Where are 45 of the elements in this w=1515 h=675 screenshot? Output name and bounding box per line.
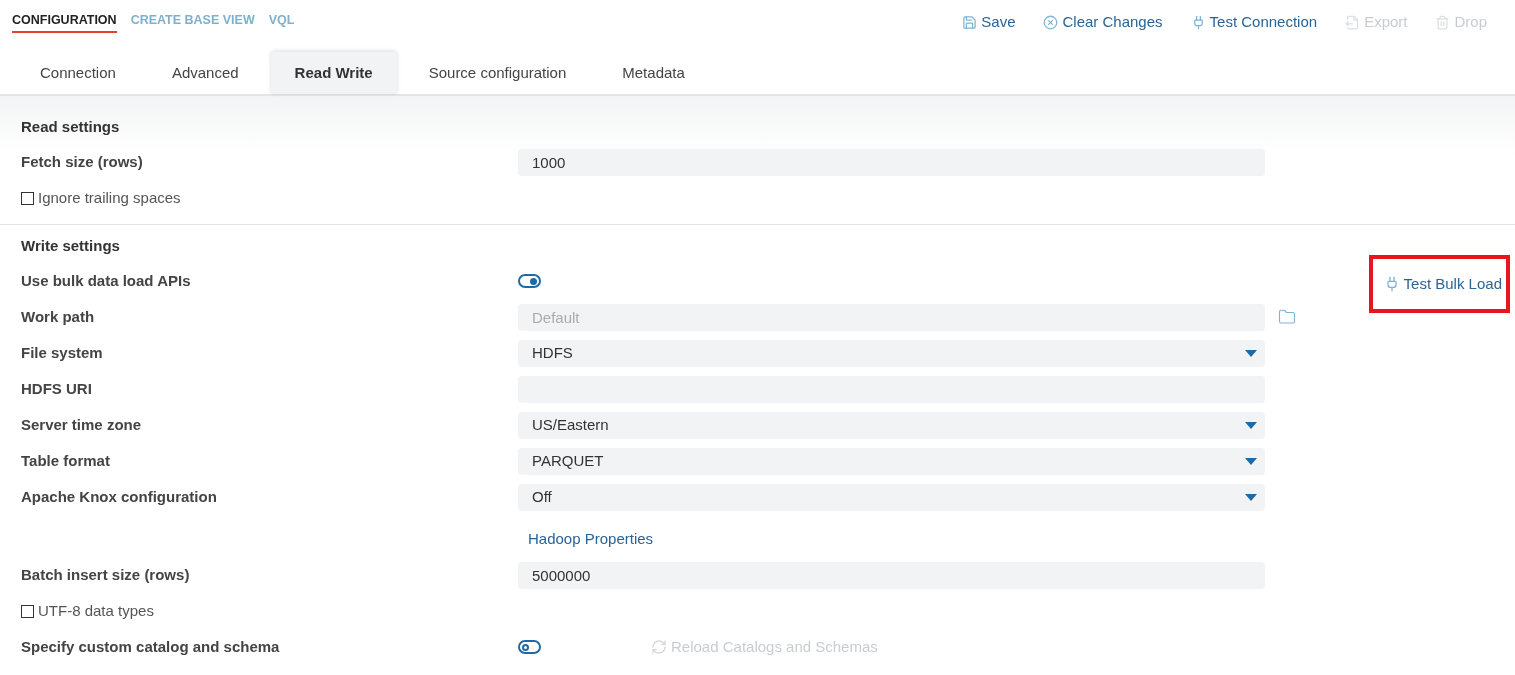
dropdown[interactable]: US/Eastern <box>518 411 1265 439</box>
tab[interactable]: Metadata <box>598 52 709 94</box>
input-field[interactable]: 5000000 <box>518 561 1265 589</box>
toolbar-button[interactable]: Save <box>962 10 1016 34</box>
dropdown[interactable]: Off <box>518 483 1265 511</box>
caret-icon <box>1245 421 1257 429</box>
section-title: Read settings <box>21 116 120 137</box>
field-label: Specify custom catalog and schema <box>21 638 280 655</box>
tab[interactable]: Source configuration <box>404 52 591 94</box>
top-nav-tab[interactable]: CONFIGURATION <box>12 10 117 34</box>
input-field[interactable]: 1000 <box>518 148 1265 176</box>
checkbox[interactable] <box>21 604 34 618</box>
clear-icon <box>1043 14 1059 30</box>
field-label: Work path <box>21 308 95 325</box>
hadoop-properties-link[interactable]: Hadoop Properties <box>528 527 654 551</box>
save-icon <box>962 14 978 30</box>
caret-icon <box>1245 349 1257 357</box>
test-bulk-load-button[interactable]: Test Bulk Load <box>1383 272 1502 296</box>
caret-icon <box>1245 493 1257 501</box>
caret-icon <box>1245 457 1257 465</box>
checkbox-label: Ignore trailing spaces <box>38 187 181 208</box>
toolbar-button[interactable]: Clear Changes <box>1043 10 1163 34</box>
checkbox-label: UTF-8 data types <box>38 600 154 621</box>
export-icon <box>1345 14 1361 30</box>
toolbar-button[interactable]: Test Connection <box>1190 10 1318 34</box>
field-label: Server time zone <box>21 416 142 433</box>
tab[interactable]: Connection <box>16 52 140 94</box>
trash-icon <box>1435 14 1451 30</box>
tab[interactable]: Read Write <box>270 52 397 94</box>
input-field[interactable]: Default <box>518 303 1265 331</box>
toggle-switch[interactable] <box>518 640 541 654</box>
dropdown[interactable]: PARQUET <box>518 447 1265 475</box>
section-title: Write settings <box>21 235 120 256</box>
field-label: Fetch size (rows) <box>21 153 143 170</box>
checkbox[interactable] <box>21 191 34 205</box>
field-label: Use bulk data load APIs <box>21 272 191 289</box>
field-label: Apache Knox configuration <box>21 488 217 505</box>
refresh-icon <box>651 639 667 655</box>
field-label: HDFS URI <box>21 380 92 397</box>
toggle-switch[interactable] <box>518 274 541 288</box>
dropdown[interactable]: HDFS <box>518 339 1265 367</box>
field-label: Batch insert size (rows) <box>21 566 190 583</box>
tab[interactable]: Advanced <box>147 52 263 94</box>
field-label: Table format <box>21 452 110 469</box>
field-label: File system <box>21 344 103 361</box>
